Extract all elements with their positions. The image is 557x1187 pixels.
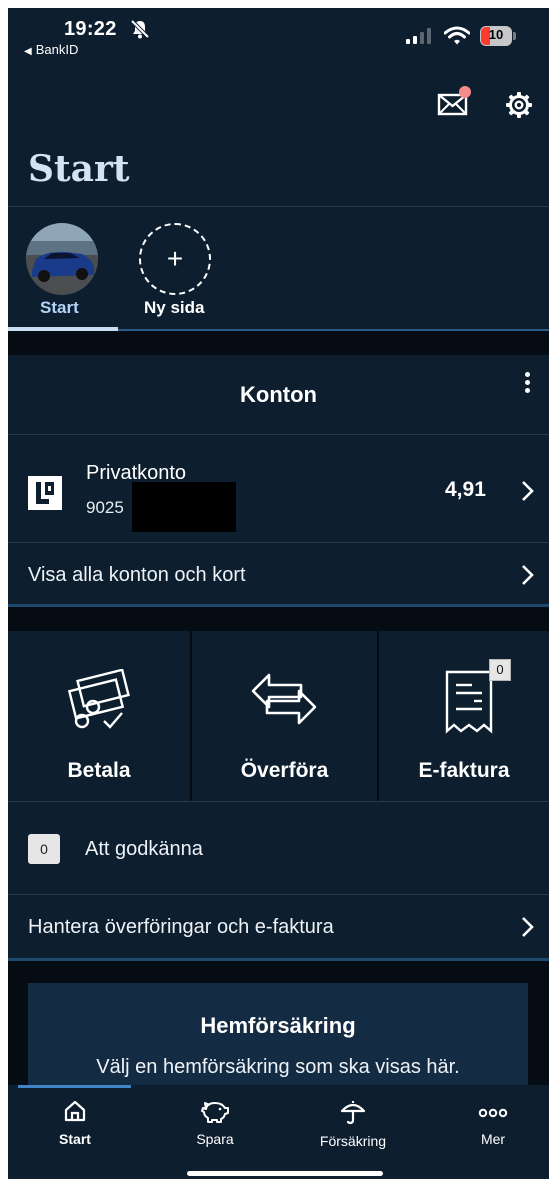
approve-count-badge: 0 (28, 834, 60, 864)
promo-text: Välj en hemförsäkring som ska visas här. (96, 1056, 460, 1078)
receipt-icon (445, 670, 493, 734)
status-bar: 19:22 ◀ BankID 10 (8, 8, 549, 64)
nav-mer[interactable]: Mer (443, 1099, 543, 1147)
transfer-button[interactable]: Överföra (192, 631, 377, 802)
battery-level: 10 (488, 27, 504, 42)
notification-dot (459, 86, 471, 98)
tab-start[interactable]: Start (40, 298, 79, 318)
back-to-app-link[interactable]: ◀ BankID (24, 42, 78, 57)
show-all-accounts-label: Visa alla konton och kort (28, 564, 246, 586)
accounts-title: Konton (240, 382, 317, 407)
cellular-signal-icon (406, 28, 431, 44)
nav-start-label: Start (59, 1131, 91, 1147)
approve-label: Att godkänna (85, 838, 203, 860)
home-indicator (187, 1171, 383, 1176)
tab-start-avatar[interactable] (26, 223, 98, 295)
divider (8, 542, 549, 543)
piggy-bank-icon (201, 1102, 229, 1123)
nav-spara[interactable]: Spara (165, 1099, 265, 1147)
nav-mer-label: Mer (480, 1131, 506, 1147)
chevron-right-icon (522, 565, 534, 585)
avatar (26, 223, 98, 295)
redaction-block (132, 482, 236, 532)
nav-spara-label: Spara (196, 1131, 234, 1147)
nav-active-indicator (18, 1085, 131, 1088)
wifi-icon (444, 26, 470, 45)
efaktura-label: E-faktura (418, 759, 510, 782)
plus-icon: + (166, 243, 184, 274)
section-gap (8, 607, 549, 631)
more-dots-icon (478, 1108, 508, 1118)
tab-new-page[interactable]: Ny sida (144, 298, 204, 318)
bottom-navigation: Start Spara Försäkring Mer (8, 1085, 549, 1179)
transfer-arrows-icon (251, 673, 317, 725)
section-gap (8, 331, 549, 355)
bank-logo-icon (28, 476, 62, 510)
efaktura-button[interactable]: E-faktura (379, 631, 549, 802)
messages-button[interactable] (437, 86, 471, 118)
battery-icon: 10 (480, 26, 516, 46)
efaktura-count-badge: 0 (489, 659, 511, 681)
back-arrow-icon: ◀ (24, 46, 32, 57)
chevron-right-icon (522, 481, 534, 501)
divider (8, 206, 549, 207)
more-options-icon[interactable] (523, 372, 531, 400)
payment-icon (67, 669, 130, 729)
pay-button[interactable]: Betala (8, 631, 190, 802)
chevron-right-icon (522, 917, 534, 937)
add-page-button[interactable]: + (139, 223, 211, 295)
divider (8, 801, 549, 802)
status-time: 19:22 (64, 18, 117, 40)
nav-forsakring-label: Försäkring (319, 1133, 387, 1149)
page-title: Start (28, 148, 130, 190)
home-icon (64, 1100, 86, 1122)
promo-title: Hemförsäkring (200, 1013, 356, 1038)
umbrella-icon (340, 1101, 366, 1125)
divider (8, 434, 549, 435)
nav-forsakring[interactable]: Försäkring (303, 1099, 403, 1149)
account-balance: 4,91 (445, 478, 486, 501)
transfer-label: Överföra (240, 759, 329, 782)
manage-transfers-label: Hantera överföringar och e-faktura (28, 916, 334, 938)
pay-label: Betala (67, 759, 131, 782)
gear-icon[interactable] (504, 90, 534, 120)
back-app-label: BankID (35, 42, 79, 57)
account-number: 9025 (86, 498, 124, 517)
app-screen: 19:22 ◀ BankID 10 Start + Start Ny sida … (8, 8, 549, 1179)
nav-start[interactable]: Start (25, 1099, 125, 1147)
divider (8, 894, 549, 895)
bell-muted-icon (130, 19, 150, 39)
